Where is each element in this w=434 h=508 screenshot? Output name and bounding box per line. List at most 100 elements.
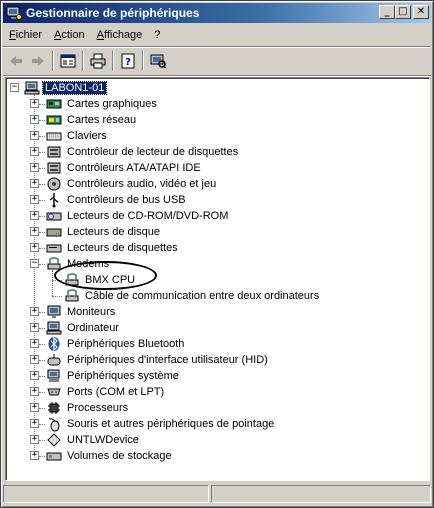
minimize-button[interactable]: _ [379,5,395,19]
menu-fichier[interactable]: Fichier [3,29,48,41]
tree-category-item[interactable]: + Contrôleurs ATA/ATAPI IDE [30,160,203,176]
menu-affichage[interactable]: Affichage [91,29,149,41]
tree-category-item[interactable]: + Moniteurs [30,304,117,320]
tree-connector [39,392,45,393]
window-title: Gestionnaire de périphériques [26,6,200,20]
toolbar-separator [82,51,84,71]
tree-connector [39,168,45,169]
expand-icon[interactable]: + [30,387,39,396]
tree-category-item[interactable]: + Cartes réseau [30,112,138,128]
tree-item-label: Moniteurs [67,306,116,318]
scan-hardware-icon[interactable] [147,50,169,72]
tree-category-item[interactable]: + Périphériques Bluetooth [30,336,186,352]
tree-connector [39,232,45,233]
device-tree[interactable]: − LABON1-01 + Cartes graphiques + Cartes rése… [5,77,430,481]
status-bar [3,485,431,505]
tree-category-item[interactable]: + Contrôleur de lecteur de disquettes [30,144,240,160]
tree-item-label: Périphériques Bluetooth [67,338,185,350]
tree-connector [39,376,45,377]
bluetooth-icon [46,336,62,352]
display-adapter-icon [46,96,62,112]
expand-icon[interactable]: + [30,403,39,412]
tree-child-item[interactable]: Câble de communication entre deux ordina… [64,288,321,304]
tree-item-label: Souris et autres périphériques de pointa… [67,418,275,430]
tree-connector [39,104,45,105]
expand-icon[interactable]: + [30,179,39,188]
tree-connector [39,312,45,313]
tree-connector [52,270,53,296]
close-button[interactable]: ✕ [413,5,429,19]
tree-category-item[interactable]: + Contrôleurs audio, vidéo et jeu [30,176,218,192]
tree-category-item[interactable]: + Souris et autres périphériques de point… [30,416,276,432]
menu-help[interactable]: ? [148,29,166,41]
tree-item-label: Lecteurs de CD-ROM/DVD-ROM [67,210,229,222]
title-bar[interactable]: Gestionnaire de périphériques _ □ ✕ [3,3,431,23]
untlw-device-icon [46,432,62,448]
expand-icon[interactable]: + [30,339,39,348]
computer-icon [24,80,40,96]
expand-icon[interactable]: + [30,115,39,124]
tree-item-label: UNTLWDevice [67,434,139,446]
help-icon[interactable]: ? [117,50,139,72]
maximize-button[interactable]: □ [395,5,411,19]
tree-connector [39,440,45,441]
menu-separator [3,46,431,48]
tree-category-item[interactable]: + Périphériques système [30,368,181,384]
tree-category-item[interactable]: + Lecteurs de disque [30,224,162,240]
tree-connector [39,456,45,457]
expand-icon[interactable]: + [30,307,39,316]
tree-connector [39,344,45,345]
toolbar-separator [52,51,54,71]
usb-icon [46,192,62,208]
floppy-drive-icon [46,240,62,256]
toolbar-separator [142,51,144,71]
collapse-icon[interactable]: − [10,83,19,92]
tree-category-item[interactable]: + Contrôleurs de bus USB [30,192,188,208]
status-pane-main [3,485,209,503]
tree-category-item[interactable]: + UNTLWDevice [30,432,141,448]
expand-icon[interactable]: + [30,371,39,380]
tree-category-item[interactable]: + Lecteurs de disquettes [30,240,180,256]
expand-icon[interactable]: + [30,211,39,220]
expand-icon[interactable]: + [30,243,39,252]
print-icon[interactable] [87,50,109,72]
expand-icon[interactable]: + [30,227,39,236]
tree-item-label: Contrôleur de lecteur de disquettes [67,146,239,158]
tree-category-item[interactable]: + Ports (COM et LPT) [30,384,166,400]
tree-category-item[interactable]: + Claviers [30,128,109,144]
collapse-icon[interactable]: − [30,259,39,268]
expand-icon[interactable]: + [30,435,39,444]
expand-icon[interactable]: + [30,131,39,140]
back-icon[interactable] [5,50,27,72]
tree-item-label: Ports (COM et LPT) [67,386,165,398]
tree-item-label: Contrôleurs audio, vidéo et jeu [67,178,217,190]
tree-category-item[interactable]: + Ordinateur [30,320,121,336]
tree-item-label: Volumes de stockage [67,450,172,462]
expand-icon[interactable]: + [30,195,39,204]
tree-item-label: Claviers [67,130,107,142]
tree-connector [39,424,45,425]
tree-category-item[interactable]: + Lecteurs de CD-ROM/DVD-ROM [30,208,230,224]
expand-icon[interactable]: + [30,355,39,364]
expand-icon[interactable]: + [30,323,39,332]
tree-connector [39,328,45,329]
toolbar: ? [5,49,169,73]
expand-icon[interactable]: + [30,99,39,108]
tree-connector [39,248,45,249]
tree-category-item[interactable]: + Processeurs [30,400,130,416]
tree-category-item[interactable]: + Périphériques d'interface utilisateur (… [30,352,270,368]
tree-root[interactable]: − LABON1-01 [10,80,108,96]
expand-icon[interactable]: + [30,147,39,156]
menu-bar: Fichier Action Affichage ? [3,25,431,45]
menu-action[interactable]: Action [48,29,91,41]
tree-category-item[interactable]: + Cartes graphiques [30,96,159,112]
properties-icon[interactable] [57,50,79,72]
expand-icon[interactable]: + [30,163,39,172]
tree-category-item[interactable]: + Volumes de stockage [30,448,174,464]
expand-icon[interactable]: + [30,419,39,428]
disk-drive-icon [46,224,62,240]
forward-icon[interactable] [27,50,49,72]
tree-item-label: Cartes graphiques [67,98,157,110]
expand-icon[interactable]: + [30,451,39,460]
keyboard-icon [46,128,62,144]
